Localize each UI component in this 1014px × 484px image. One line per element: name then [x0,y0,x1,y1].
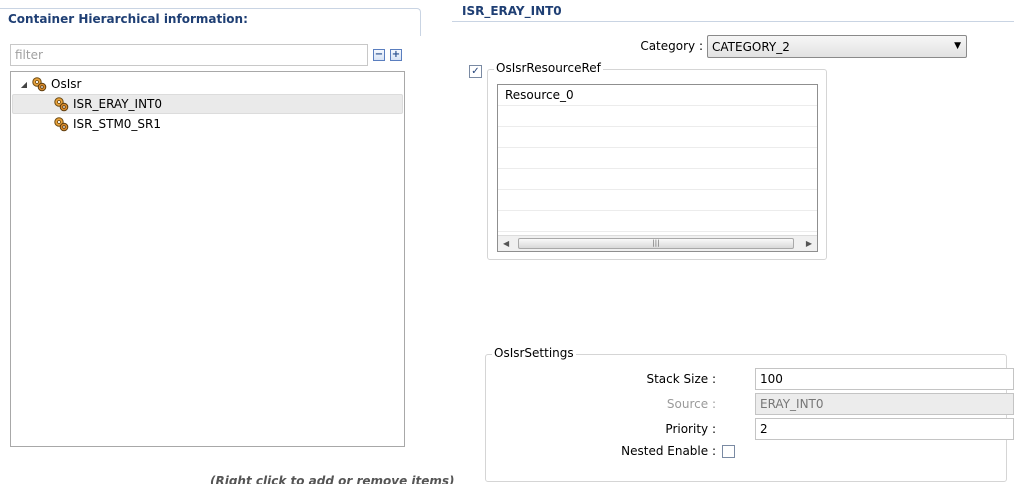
collapse-all-icon: − [374,49,384,60]
resource-ref-legend: OsIsrResourceRef [494,61,603,75]
list-item-empty [498,190,817,211]
list-item-empty [498,106,817,127]
tree-node-isr-eray-int0[interactable]: ISR_ERAY_INT0 [12,94,403,114]
source-input [755,393,1014,415]
scroll-left-icon[interactable]: ◀ [503,239,509,248]
gears-icon [54,97,69,112]
expand-all-icon: + [391,49,401,60]
list-item-empty [498,148,817,169]
expanded-triangle-icon[interactable]: ◢ [19,80,29,89]
list-item-empty [498,127,817,148]
details-header: ISR_ERAY_INT0 [452,0,1014,22]
nested-enable-checkbox[interactable] [722,445,735,458]
checkmark-icon: ✓ [471,66,480,77]
tree-node-label: ISR_ERAY_INT0 [73,97,163,111]
list-item-empty [498,169,817,190]
category-select[interactable]: CATEGORY_2 ▼ [707,35,967,58]
container-hierarchy-pane: Container Hierarchical information: − + … [0,0,455,484]
isr-details-pane: ISR_ERAY_INT0 Category : CATEGORY_2 ▼ ✓ … [452,0,1014,484]
nested-enable-label: Nested Enable : [621,444,716,458]
scroll-thumb[interactable]: ||| [518,238,794,249]
tree-node-isr-stm0-sr1[interactable]: ISR_STM0_SR1 [53,114,161,134]
filter-input[interactable] [10,44,368,66]
hierarchy-header: Container Hierarchical information: [0,8,421,36]
list-item[interactable]: Resource_0 [498,85,817,106]
hierarchy-title: Container Hierarchical information: [8,12,248,26]
horizontal-scrollbar[interactable]: ◀ ||| ▶ [498,235,817,251]
resource-ref-group: OsIsrResourceRef Resource_0 ◀ ||| ▶ [487,61,827,260]
category-value: CATEGORY_2 [712,39,790,54]
gears-icon [32,77,47,92]
gears-icon [54,117,69,132]
scroll-right-icon[interactable]: ▶ [806,239,812,248]
isr-settings-group: OsIsrSettings Stack Size : Source : Prio… [485,346,1014,482]
expand-all-button[interactable]: + [390,49,402,61]
tree-node-label: OsIsr [51,77,82,91]
dropdown-arrow-icon: ▼ [954,41,961,51]
isr-settings-legend: OsIsrSettings [492,346,576,360]
collapse-all-button[interactable]: − [373,49,385,61]
stack-size-input[interactable] [755,368,1014,390]
list-item-empty [498,211,817,232]
details-title: ISR_ERAY_INT0 [462,4,562,18]
category-label: Category : [640,39,703,53]
source-label: Source : [666,397,716,411]
tree-node-osisr[interactable]: ◢ OsIsr [19,74,81,94]
context-menu-hint: (Right click to add or remove items) [210,474,455,484]
stack-size-label: Stack Size : [646,372,716,386]
container-tree[interactable]: ◢ OsIsr ISR_ERAY_INT0 ISR_STM0_SR1 [10,71,405,447]
resource-list[interactable]: Resource_0 ◀ ||| ▶ [497,84,818,252]
tree-node-label: ISR_STM0_SR1 [73,117,162,131]
priority-label: Priority : [665,422,716,436]
resource-ref-checkbox[interactable]: ✓ [469,65,482,78]
priority-input[interactable] [755,418,1014,440]
